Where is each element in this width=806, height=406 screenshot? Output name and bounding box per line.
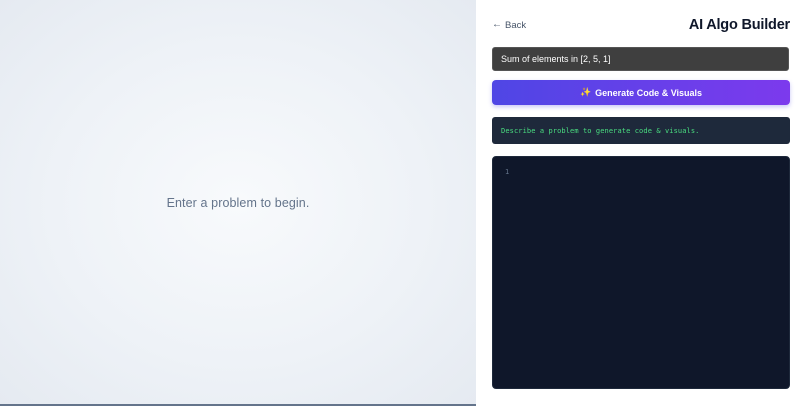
sparkle-icon: ✨: [579, 87, 592, 97]
back-arrow-icon: ←: [492, 19, 502, 30]
panel-header: ← Back AI Algo Builder: [492, 14, 790, 36]
generate-button-label: Generate Code & Visuals: [595, 87, 703, 98]
code-editor[interactable]: 1: [492, 156, 790, 389]
back-link[interactable]: ← Back: [492, 20, 526, 31]
problem-input[interactable]: [492, 47, 789, 71]
status-message: Describe a problem to generate code & vi…: [501, 126, 700, 135]
app-root: Enter a problem to begin. ← Back AI Algo…: [0, 0, 806, 406]
line-number: 1: [505, 168, 510, 176]
app-title: AI Algo Builder: [688, 17, 790, 33]
builder-panel: ← Back AI Algo Builder ✨ Generate Code &…: [476, 0, 806, 406]
back-label: Back: [505, 19, 527, 31]
empty-state-message: Enter a problem to begin.: [166, 196, 310, 210]
status-box: Describe a problem to generate code & vi…: [492, 117, 790, 144]
visualization-panel: Enter a problem to begin.: [0, 0, 476, 406]
generate-button[interactable]: ✨ Generate Code & Visuals: [492, 80, 790, 105]
